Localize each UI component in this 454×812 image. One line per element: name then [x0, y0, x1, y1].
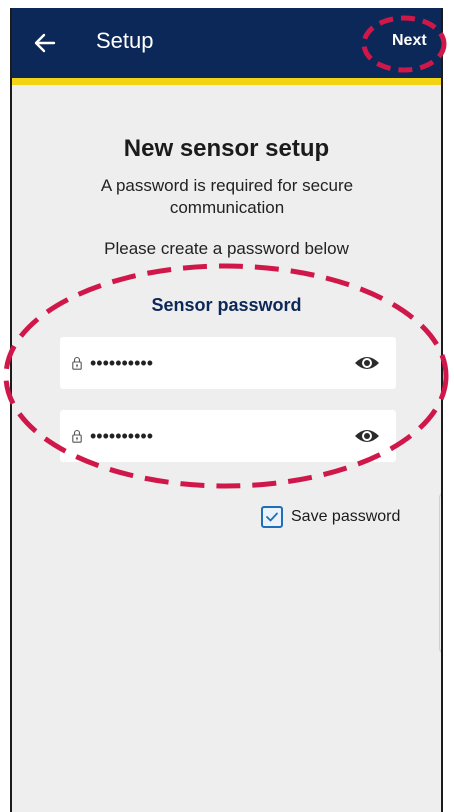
app-bar: Setup Next [12, 8, 441, 85]
save-password-label: Save password [291, 508, 401, 525]
scroll-edge-indicator [439, 492, 441, 654]
lock-icon [72, 356, 82, 370]
save-password-checkbox[interactable] [261, 506, 283, 528]
setup-subtitle: A password is required for secure commun… [100, 176, 354, 217]
password-field[interactable]: •••••••••• [60, 337, 396, 389]
eye-icon[interactable] [354, 426, 380, 446]
next-button[interactable]: Next [392, 32, 427, 50]
phone-screen: Setup Next New sensor setup A password i… [10, 8, 443, 812]
lock-icon [72, 429, 82, 443]
back-button[interactable] [30, 28, 60, 58]
back-arrow-icon [34, 33, 56, 53]
confirm-password-field[interactable]: •••••••••• [60, 410, 396, 462]
setup-instruction: Please create a password below [104, 239, 349, 258]
sensor-password-label: Sensor password [151, 295, 302, 315]
checkmark-icon [266, 512, 278, 522]
setup-heading: New sensor setup [123, 135, 330, 162]
password-value: •••••••••• [90, 353, 154, 373]
confirm-password-value: •••••••••• [90, 426, 154, 446]
page-title: Setup [96, 28, 154, 53]
eye-icon[interactable] [354, 353, 380, 373]
save-password-toggle[interactable]: Save password [261, 506, 400, 528]
